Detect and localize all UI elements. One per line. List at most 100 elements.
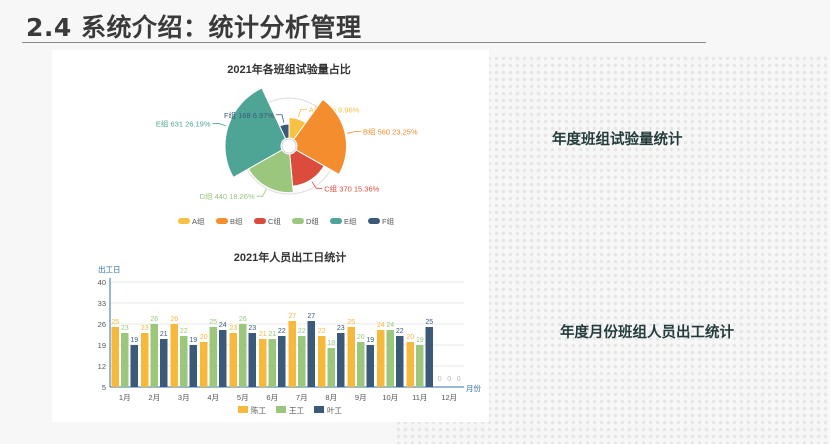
pie-legend-swatch — [292, 218, 304, 224]
bar-legend-label: 王工 — [289, 406, 304, 415]
bar — [386, 330, 394, 387]
bar-y-tick-label: 33 — [98, 299, 106, 308]
bar-legend-swatch — [238, 406, 248, 413]
pie-legend-label: B组 — [230, 216, 243, 226]
bar — [318, 336, 326, 387]
bar-value-label: 24 — [377, 322, 385, 329]
bar — [248, 333, 256, 387]
pie-label-leader — [256, 188, 267, 197]
pie-legend-swatch — [216, 218, 228, 224]
bar — [150, 324, 158, 387]
bar-value-label: 24 — [219, 322, 227, 329]
bar — [288, 321, 296, 387]
bar — [307, 321, 315, 387]
pie-slice-label: D组 440 18.26% — [200, 191, 255, 201]
bar — [200, 342, 208, 387]
bar — [327, 348, 335, 387]
bar-value-label: 19 — [130, 337, 138, 344]
bar-value-label: 22 — [318, 328, 326, 335]
bar-value-label: 27 — [288, 313, 296, 320]
bar — [425, 327, 433, 387]
bar-value-label: 23 — [229, 325, 237, 332]
bar-x-tick-label: 5月 — [237, 393, 249, 402]
bar-value-label: 21 — [268, 331, 276, 338]
bar-value-label: 19 — [366, 337, 374, 344]
bar-value-label: 20 — [200, 334, 208, 341]
bar — [141, 333, 149, 387]
bar — [219, 330, 227, 387]
bar — [259, 339, 267, 387]
pie-legend-label: C组 — [268, 216, 281, 226]
bar-value-label: 21 — [160, 331, 168, 338]
bar-x-tick-label: 3月 — [178, 393, 190, 402]
pie-chart-title: 2021年各班组试验量占比 — [227, 62, 350, 76]
pie-legend-label: E组 — [344, 216, 357, 226]
bar-value-label: 23 — [121, 325, 129, 332]
bar — [366, 345, 374, 387]
bar-value-label: 20 — [406, 334, 414, 341]
bar-x-tick-label: 1月 — [119, 393, 131, 402]
bar-value-label: 22 — [278, 328, 286, 335]
bar — [121, 333, 129, 387]
bar — [347, 327, 355, 387]
bar — [180, 336, 188, 387]
bar-x-tick-label: 8月 — [325, 393, 337, 402]
bar-chart-title: 2021年人员出工日统计 — [234, 250, 346, 264]
pie-legend-swatch — [330, 218, 342, 224]
bar — [406, 342, 414, 387]
bar-y-tick-label: 26 — [98, 320, 106, 329]
pie-slice-label: B组 560 23.25% — [363, 127, 418, 137]
bar-value-label: 22 — [180, 328, 188, 335]
title-divider — [22, 42, 706, 43]
bar-x-tick-label: 12月 — [441, 393, 457, 402]
pie-label-leader — [347, 131, 362, 134]
bar-value-label: 26 — [239, 316, 247, 323]
pie-legend-label: D组 — [306, 216, 319, 226]
bar-value-label: 0 — [447, 376, 451, 383]
bar-value-label: 19 — [189, 337, 197, 344]
bar — [377, 330, 385, 387]
bar-value-label: 26 — [170, 316, 178, 323]
bar-y-tick-label: 19 — [98, 341, 106, 350]
bar — [111, 327, 119, 387]
pie-legend-label: F组 — [382, 216, 395, 226]
pie-legend-label: A组 — [192, 216, 205, 226]
bar-value-label: 21 — [259, 331, 267, 338]
bar-value-label: 25 — [425, 319, 433, 326]
caption-team-test-volume: 年度班组试验量统计 — [552, 131, 683, 148]
bar — [209, 327, 217, 387]
pie-legend-swatch — [178, 218, 190, 224]
bar-y-axis-label: 出工日 — [98, 264, 121, 274]
bar-value-label: 23 — [141, 325, 149, 332]
pie-slice-label: C组 370 15.36% — [324, 183, 379, 193]
bar-value-label: 24 — [386, 322, 394, 329]
bar-value-label: 19 — [416, 337, 424, 344]
bar — [239, 324, 247, 387]
bar — [130, 345, 138, 387]
bar — [337, 333, 345, 387]
pie-center-hole — [281, 138, 297, 154]
bar — [278, 336, 286, 387]
bar-value-label: 26 — [150, 316, 158, 323]
bar-value-label: 25 — [347, 319, 355, 326]
bar-value-label: 23 — [248, 325, 256, 332]
bar-value-label: 20 — [357, 334, 365, 341]
pie-label-leader — [212, 123, 227, 127]
bar — [268, 339, 276, 387]
slide-title: 2.4 系统介绍：统计分析管理 — [26, 13, 362, 42]
caption-monthly-attendance: 年度月份班组人员出工统计 — [560, 324, 734, 341]
bar-y-tick-label: 5 — [102, 383, 106, 392]
bar — [298, 336, 306, 387]
bar-x-tick-label: 7月 — [296, 393, 308, 402]
bar-chart: 2021年人员出工日统计 出工日51219263340月份1月2523192月2… — [98, 250, 482, 415]
bar-y-tick-label: 12 — [98, 362, 106, 371]
bar — [160, 339, 168, 387]
bar — [229, 333, 237, 387]
charts-panel: 2021年各班组试验量占比 A组 240 9.96%B组 560 23.25%C… — [52, 50, 489, 422]
rose-pie-chart: 2021年各班组试验量占比 A组 240 9.96%B组 560 23.25%C… — [156, 62, 418, 226]
bar-x-tick-label: 2月 — [148, 393, 160, 402]
pie-legend-swatch — [368, 218, 380, 224]
bar-legend-swatch — [276, 406, 286, 413]
bar-x-tick-label: 11月 — [412, 393, 427, 402]
bar-x-tick-label: 9月 — [355, 393, 367, 402]
